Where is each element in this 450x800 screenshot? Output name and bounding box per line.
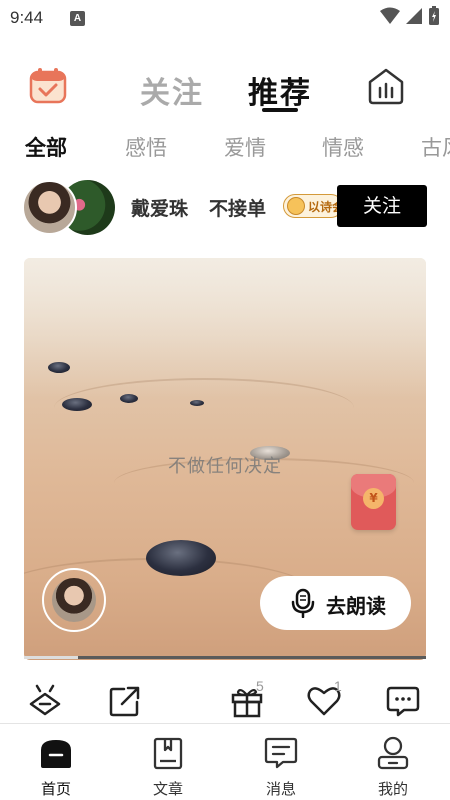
microphone-icon [291, 588, 315, 618]
read-aloud-label: 去朗读 [326, 594, 386, 618]
nav-messages-label: 消息 [265, 780, 296, 798]
category-tabs: 全部 感悟 爱情 情感 古风 [0, 128, 450, 168]
progress-bar [78, 656, 426, 659]
book-icon [153, 737, 183, 770]
comment-icon[interactable] [386, 684, 420, 718]
gift-count: 5 [256, 678, 264, 694]
pebble-image [48, 362, 70, 373]
ranking-icon[interactable] [366, 66, 406, 106]
tab-follow[interactable]: 关注 [140, 68, 204, 112]
status-bar: 9:44 A [0, 0, 450, 36]
post-card[interactable]: 不做任何决定 ¥ 去朗读 [24, 258, 426, 660]
author-name[interactable]: 戴爱珠 [131, 194, 188, 221]
share-icon[interactable] [108, 684, 142, 718]
follow-button[interactable]: 关注 [337, 185, 427, 227]
bottom-nav: 首页 文章 消息 我的 [0, 724, 450, 800]
nav-home[interactable]: 首页 [16, 734, 96, 798]
author-avatar[interactable] [22, 180, 77, 235]
yuan-coin-icon: ¥ [363, 488, 384, 509]
nav-home-label: 首页 [40, 780, 71, 798]
battery-icon [429, 6, 439, 25]
author-badge: 以诗会友 [283, 194, 343, 218]
sand-ripple [54, 378, 354, 438]
category-love[interactable]: 爱情 [224, 132, 266, 162]
tab-recommend[interactable]: 推荐 [248, 68, 312, 112]
calendar-checkin-icon[interactable] [28, 66, 68, 106]
pebble-image [62, 398, 92, 411]
home-icon [41, 740, 71, 768]
pebble-image [146, 540, 216, 576]
pebble-image [120, 394, 138, 403]
profile-icon [377, 736, 409, 770]
author-note: 不接单 [209, 198, 267, 220]
category-all[interactable]: 全部 [25, 132, 67, 162]
category-insight[interactable]: 感悟 [125, 132, 167, 162]
read-aloud-button[interactable]: 去朗读 [260, 576, 411, 630]
action-bar: 5 1 [0, 678, 450, 724]
card-image-fog [24, 258, 426, 398]
wifi-icon [380, 7, 400, 24]
red-envelope[interactable]: ¥ [351, 474, 396, 530]
reader-avatar-ring[interactable] [42, 568, 106, 632]
signal-icon [406, 8, 422, 24]
nav-profile[interactable]: 我的 [353, 734, 433, 798]
status-icons [380, 6, 440, 26]
nav-profile-label: 我的 [377, 780, 408, 798]
author-row: 戴爱珠 不接单 以诗会友 关注 [0, 178, 450, 236]
badge-icon [287, 197, 305, 215]
category-ancient[interactable]: 古风 [421, 132, 450, 162]
top-header: 关注 推荐 [0, 60, 450, 116]
nav-articles[interactable]: 文章 [128, 734, 208, 798]
progress-track [24, 656, 78, 659]
reader-avatar [52, 578, 96, 622]
category-emotion[interactable]: 情感 [322, 132, 364, 162]
dislike-icon[interactable] [28, 684, 62, 718]
nav-messages[interactable]: 消息 [241, 734, 321, 798]
like-count: 1 [334, 678, 342, 694]
message-icon [264, 737, 298, 769]
nav-articles-label: 文章 [152, 780, 183, 798]
pebble-image [190, 400, 204, 406]
accessibility-icon: A [70, 11, 85, 26]
active-tab-indicator [262, 108, 298, 112]
status-time: 9:44 [10, 8, 44, 27]
